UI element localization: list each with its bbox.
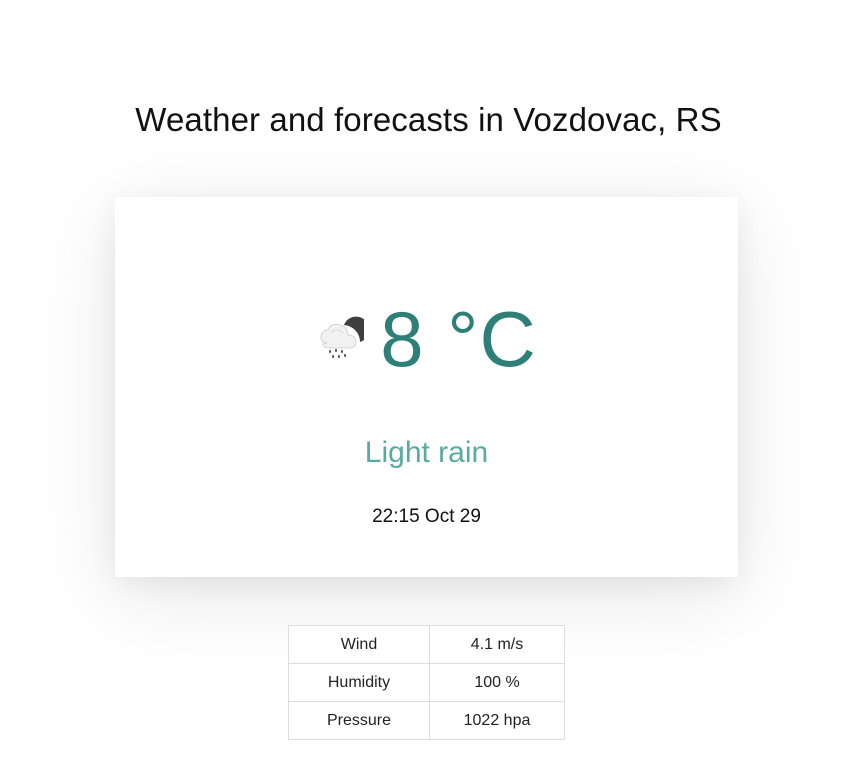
page-title: Weather and forecasts in Vozdovac, RS: [135, 101, 722, 139]
table-row: Humidity 100 %: [288, 663, 565, 702]
weather-timestamp: 22:15 Oct 29: [372, 506, 481, 527]
table-row: Wind 4.1 m/s: [288, 625, 565, 664]
humidity-label: Humidity: [288, 663, 430, 702]
current-temperature: 8 °C: [380, 295, 537, 383]
current-weather-card: 8 °C Light rain 22:15 Oct 29: [115, 197, 738, 577]
wind-label: Wind: [288, 625, 430, 664]
weather-page: Weather and forecasts in Vozdovac, RS 8 …: [0, 0, 857, 764]
pressure-label: Pressure: [288, 701, 430, 740]
temperature-row: 8 °C: [115, 299, 738, 379]
weather-condition: Light rain: [364, 436, 489, 469]
wind-value: 4.1 m/s: [429, 625, 565, 664]
table-row: Pressure 1022 hpa: [288, 701, 565, 740]
pressure-value: 1022 hpa: [429, 701, 565, 740]
night-light-rain-icon: [320, 316, 365, 358]
weather-details-table: Wind 4.1 m/s Humidity 100 % Pressure 102…: [288, 625, 565, 740]
humidity-value: 100 %: [429, 663, 565, 702]
